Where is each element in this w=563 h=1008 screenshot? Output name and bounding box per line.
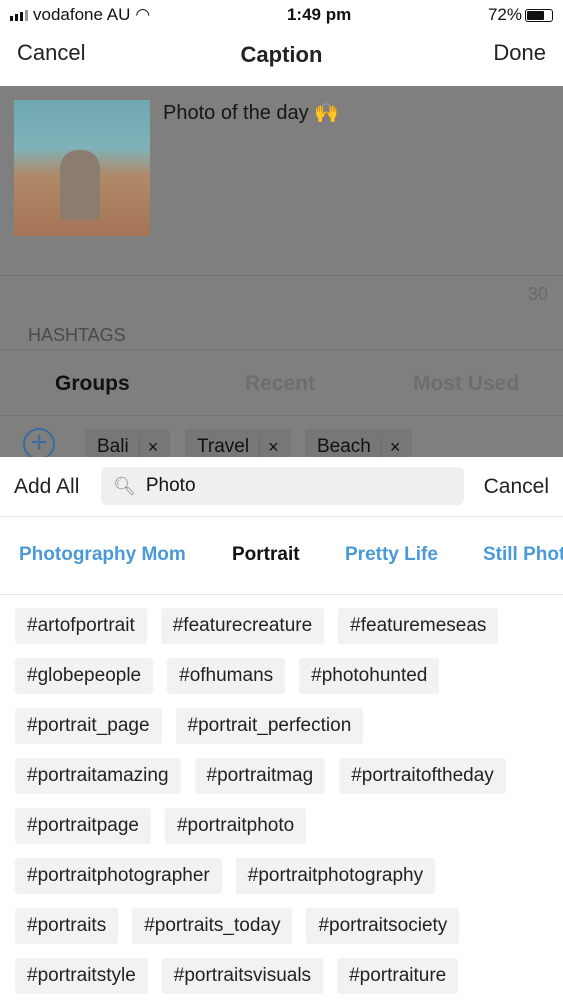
hashtags-label: HASHTAGS xyxy=(28,325,126,345)
hashtag-row: #portrait_page #portrait_perfection xyxy=(15,708,563,744)
hashtag-chip[interactable]: #portrait_page xyxy=(15,708,162,744)
hashtag-chip[interactable]: #portraitphotography xyxy=(235,858,436,894)
hashtag-chip[interactable]: #portraitsociety xyxy=(306,908,460,944)
hashtag-row: #globepeople #ofhumans #photohunted xyxy=(15,658,563,694)
hashtag-row: #artofportrait #featurecreature #featureme… xyxy=(15,608,563,644)
search-bar: Add All 🔍︎ Photo Cancel xyxy=(0,457,563,517)
done-button[interactable]: Done xyxy=(493,40,546,66)
hashtag-chip[interactable]: #portraits xyxy=(15,908,119,944)
hashtag-row: #portraits #portraits_today #portraitsocie… xyxy=(15,908,563,944)
hashtag-row: #portraitpage #portraitphoto xyxy=(15,808,563,844)
hashtag-chip[interactable]: #portraits_today xyxy=(132,908,293,944)
group-chip[interactable]: Bali × xyxy=(85,429,171,457)
chip-label: Beach xyxy=(317,436,371,457)
hashtag-chip[interactable]: #featuremeseas xyxy=(338,608,499,644)
hashtag-chip[interactable]: #portraitpage xyxy=(15,808,151,844)
hashtag-list: #artofportrait #featurecreature #featureme… xyxy=(15,608,563,1008)
search-icon: 🔍︎ xyxy=(113,475,136,496)
hashtag-chip[interactable]: #portraitamazing xyxy=(15,758,181,794)
add-all-button[interactable]: Add All xyxy=(14,475,79,499)
nav-bar: Cancel Caption Done xyxy=(0,30,563,86)
hashtag-chip[interactable]: #portraitphotographer xyxy=(15,858,222,894)
wifi-icon: ◠ xyxy=(135,5,151,24)
hashtag-row: #portraitphotographer #portraitphotograph… xyxy=(15,858,563,894)
clock: 1:49 pm xyxy=(286,5,352,24)
hashtag-chip[interactable]: #photohunted xyxy=(299,658,440,694)
dimmed-caption-editor[interactable]: Photo of the day 🙌 30 HASHTAGS Groups Re… xyxy=(0,86,563,457)
add-group-icon[interactable]: + xyxy=(23,428,55,457)
carrier: vodafone AU xyxy=(33,5,131,24)
close-icon[interactable]: × xyxy=(380,436,400,457)
search-input[interactable]: 🔍︎ Photo xyxy=(101,467,464,505)
hashtag-chip[interactable]: #artofportrait xyxy=(15,608,147,644)
tab-recent[interactable]: Recent xyxy=(245,372,315,396)
hashtag-chip[interactable]: #portrait_perfection xyxy=(175,708,364,744)
close-icon[interactable]: × xyxy=(259,436,279,457)
group-chip[interactable]: Travel × xyxy=(185,429,291,457)
group-tabs: Photography Mom Portrait Pretty Life Sti… xyxy=(0,517,563,595)
group-chip[interactable]: Beach × xyxy=(305,429,413,457)
search-cancel-button[interactable]: Cancel xyxy=(484,475,549,499)
close-icon[interactable]: × xyxy=(138,436,158,457)
hashtag-row: #portraitstyle #portraitsvisuals #portrait… xyxy=(15,958,563,994)
chip-label: Travel xyxy=(197,436,250,457)
caption-text[interactable]: Photo of the day 🙌 xyxy=(163,100,339,125)
hashtag-chip[interactable]: #portraiture xyxy=(337,958,459,994)
hashtag-chip[interactable]: #ofhumans xyxy=(167,658,286,694)
photo-thumbnail xyxy=(14,100,150,236)
page-title: Caption xyxy=(240,42,323,67)
chip-label: Bali xyxy=(97,436,129,457)
hashtag-chip[interactable]: #featurecreature xyxy=(160,608,325,644)
hashtag-chip[interactable]: #portraitstyle xyxy=(15,958,148,994)
hashtag-chip[interactable]: #portraitoftheday xyxy=(339,758,506,794)
tab-most-used[interactable]: Most Used xyxy=(413,372,519,396)
group-tab-pretty-life[interactable]: Pretty Life xyxy=(345,544,438,566)
group-tab-photography-mom[interactable]: Photography Mom xyxy=(19,544,186,566)
signal-icon xyxy=(10,9,28,21)
hashtag-row: #portraitamazing #portraitmag #portraitoft… xyxy=(15,758,563,794)
battery-percent: 72% xyxy=(487,5,522,24)
hashtag-chip[interactable]: #portraitphoto xyxy=(164,808,307,844)
hashtag-chip[interactable]: #portraitsvisuals xyxy=(161,958,324,994)
group-tab-portrait[interactable]: Portrait xyxy=(232,544,300,566)
group-tab-still-photo[interactable]: Still Photo xyxy=(483,544,563,566)
tab-groups[interactable]: Groups xyxy=(55,372,130,396)
search-value: Photo xyxy=(145,475,196,496)
character-count: 30 xyxy=(527,284,548,304)
hashtag-chip[interactable]: #portraitmag xyxy=(194,758,326,794)
status-bar: vodafone AU ◠ 1:49 pm 72% xyxy=(0,0,563,30)
hashtag-chip[interactable]: #globepeople xyxy=(15,658,154,694)
battery-icon xyxy=(524,9,553,23)
